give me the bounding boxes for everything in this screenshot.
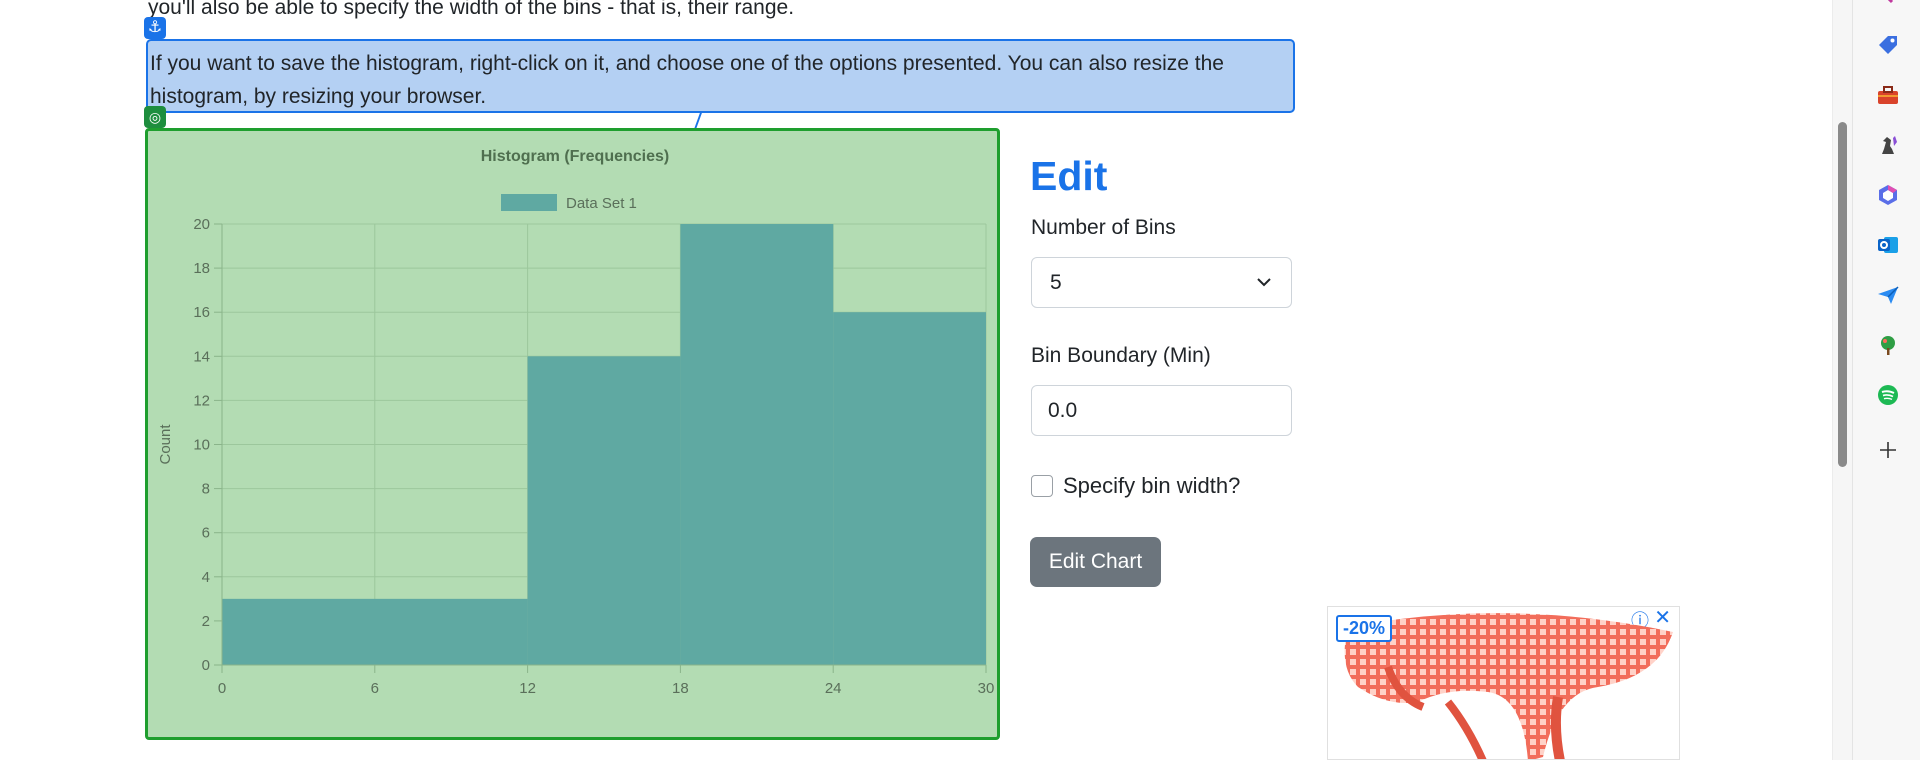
histogram-bar — [222, 598, 528, 665]
browser-page: you'll also be able to specify the width… — [0, 0, 1920, 760]
y-tick-label: 10 — [193, 437, 210, 454]
x-tick-label: 12 — [519, 680, 536, 697]
tree-icon[interactable] — [1876, 333, 1900, 357]
y-tick-label: 12 — [193, 392, 210, 409]
page-scrollbar-thumb[interactable] — [1838, 122, 1847, 467]
target-icon[interactable]: ◎ — [144, 106, 166, 128]
selected-paragraph[interactable]: If you want to save the histogram, right… — [146, 39, 1295, 113]
copilot-icon[interactable] — [1876, 183, 1900, 207]
pin-icon[interactable] — [1876, 0, 1900, 16]
send-icon[interactable] — [1876, 283, 1900, 307]
advertisement[interactable]: -20% ⓘ ✕ — [1327, 606, 1680, 760]
x-tick-label: 30 — [978, 680, 995, 697]
y-tick-label: 4 — [202, 569, 210, 586]
legend-label: Data Set 1 — [566, 195, 637, 212]
histogram-bar — [680, 224, 834, 665]
browser-sidebar — [1852, 0, 1920, 760]
y-tick-label: 6 — [202, 525, 210, 542]
y-tick-label: 0 — [202, 657, 210, 674]
x-tick-label: 6 — [371, 680, 379, 697]
number-of-bins-value: 5 — [1050, 271, 1062, 294]
x-tick-label: 18 — [672, 680, 689, 697]
ad-discount-badge: -20% — [1336, 615, 1393, 642]
histogram-chart[interactable]: Histogram (Frequencies) Data Set 1 0 2 4 6 8 10… — [145, 128, 1000, 740]
article-text-line: you'll also be able to specify the width… — [148, 0, 795, 19]
bin-boundary-min-input[interactable]: 0.0 — [1031, 385, 1292, 436]
y-tick-label: 2 — [202, 613, 210, 630]
spotify-icon[interactable] — [1876, 383, 1900, 407]
histogram-svg: Histogram (Frequencies)Data Set 10246810… — [157, 148, 995, 697]
histogram-bar — [833, 312, 986, 665]
specify-bin-width-checkbox[interactable] — [1031, 475, 1053, 497]
chart-title: Histogram (Frequencies) — [481, 148, 669, 165]
y-axis-label: Count — [157, 424, 174, 465]
x-tick-label: 0 — [218, 680, 226, 697]
y-tick-label: 18 — [193, 260, 210, 277]
outlook-icon[interactable] — [1876, 233, 1900, 257]
specify-bin-width-label[interactable]: Specify bin width? — [1063, 473, 1240, 499]
y-tick-label: 8 — [202, 481, 210, 498]
tag-icon[interactable] — [1876, 33, 1900, 57]
x-tick-label: 24 — [825, 680, 842, 697]
chevron-down-icon — [1257, 278, 1271, 287]
add-icon[interactable] — [1876, 438, 1900, 462]
histogram-bar — [527, 356, 681, 665]
number-of-bins-label: Number of Bins — [1031, 216, 1176, 239]
toolbox-icon[interactable] — [1876, 83, 1900, 107]
number-of-bins-select[interactable]: 5 — [1031, 257, 1292, 308]
chess-icon[interactable] — [1876, 133, 1900, 157]
anchor-icon[interactable]: ⚓ — [144, 17, 166, 39]
y-tick-label: 16 — [193, 304, 210, 321]
selection-connector — [694, 113, 706, 129]
bin-boundary-min-label: Bin Boundary (Min) — [1031, 344, 1211, 367]
y-tick-label: 14 — [193, 348, 210, 365]
y-tick-label: 20 — [193, 216, 210, 233]
edit-chart-button[interactable]: Edit Chart — [1030, 537, 1161, 587]
legend-swatch — [501, 194, 557, 211]
edit-panel-title: Edit — [1030, 153, 1108, 199]
